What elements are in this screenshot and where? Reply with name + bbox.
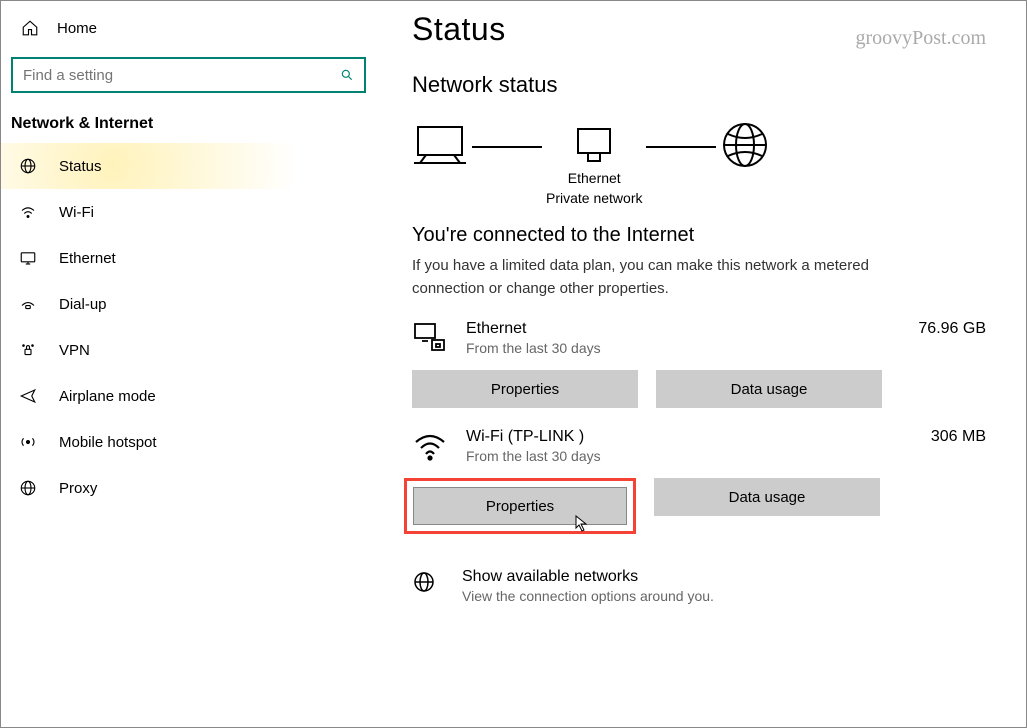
search-input[interactable] — [23, 67, 340, 84]
connection-wifi: Wi-Fi (TP-LINK ) From the last 30 days 3… — [412, 428, 986, 534]
nav-item-airplane[interactable]: Airplane mode — [1, 373, 376, 419]
conn-amount: 306 MB — [931, 428, 986, 446]
conn-name: Wi-Fi (TP-LINK ) — [466, 428, 911, 446]
connected-desc: If you have a limited data plan, you can… — [412, 255, 932, 300]
nav-item-proxy[interactable]: Proxy — [1, 465, 376, 511]
nav-label: VPN — [59, 342, 90, 359]
conn-sub: From the last 30 days — [466, 448, 911, 464]
nav-item-dialup[interactable]: Dial-up — [1, 281, 376, 327]
conn-sub: From the last 30 days — [466, 340, 898, 356]
connection-ethernet: Ethernet From the last 30 days 76.96 GB … — [412, 320, 986, 408]
vpn-icon — [19, 341, 37, 359]
available-sub: View the connection options around you. — [462, 588, 714, 604]
diagram-globe — [720, 120, 770, 210]
main-panel: groovyPost.com Status Network status Eth… — [376, 1, 1026, 727]
properties-button-ethernet[interactable]: Properties — [412, 370, 638, 408]
nav-label: Airplane mode — [59, 388, 156, 405]
data-usage-button-ethernet[interactable]: Data usage — [656, 370, 882, 408]
diagram-pc — [412, 123, 468, 207]
available-title: Show available networks — [462, 568, 714, 586]
hotspot-icon — [19, 433, 37, 451]
nav-item-hotspot[interactable]: Mobile hotspot — [1, 419, 376, 465]
data-usage-button-wifi[interactable]: Data usage — [654, 478, 880, 516]
nav-label: Ethernet — [59, 250, 116, 267]
category-title: Network & Internet — [1, 115, 376, 143]
airplane-icon — [19, 387, 37, 405]
ethernet-icon — [19, 249, 37, 267]
connected-head: You're connected to the Internet — [412, 224, 986, 247]
proxy-icon — [19, 479, 37, 497]
globe-icon — [19, 157, 37, 175]
sidebar: Home Network & Internet Status Wi-Fi — [1, 1, 376, 727]
globe-icon — [412, 570, 436, 594]
show-available-networks[interactable]: Show available networks View the connect… — [412, 568, 986, 604]
watermark: groovyPost.com — [855, 27, 986, 50]
cursor-icon — [575, 515, 589, 533]
search-icon — [340, 68, 354, 82]
search-input-container[interactable] — [11, 57, 366, 93]
nav-label: Wi-Fi — [59, 204, 94, 221]
properties-button-wifi[interactable]: Properties — [413, 487, 627, 525]
nav-item-wifi[interactable]: Wi-Fi — [1, 189, 376, 235]
nav-label: Mobile hotspot — [59, 434, 157, 451]
section-title: Network status — [412, 72, 986, 98]
diagram-mid-label: Ethernet — [568, 169, 621, 187]
network-diagram: Ethernet Private network — [412, 120, 986, 210]
wifi-conn-icon — [412, 428, 448, 464]
conn-name: Ethernet — [466, 320, 898, 338]
nav-label: Proxy — [59, 480, 97, 497]
nav-item-vpn[interactable]: VPN — [1, 327, 376, 373]
nav-label: Status — [59, 158, 102, 175]
home-icon — [21, 19, 39, 37]
nav-label: Dial-up — [59, 296, 107, 313]
wifi-icon — [19, 203, 37, 221]
nav-item-status[interactable]: Status — [1, 143, 376, 189]
dialup-icon — [19, 295, 37, 313]
diagram-mid-sub: Private network — [546, 189, 642, 207]
ethernet-conn-icon — [412, 320, 448, 356]
diagram-router: Ethernet Private network — [546, 123, 642, 207]
home-label: Home — [57, 20, 97, 37]
conn-amount: 76.96 GB — [918, 320, 986, 338]
nav-item-ethernet[interactable]: Ethernet — [1, 235, 376, 281]
highlight-annotation: Properties — [404, 478, 636, 534]
home-link[interactable]: Home — [1, 19, 376, 51]
